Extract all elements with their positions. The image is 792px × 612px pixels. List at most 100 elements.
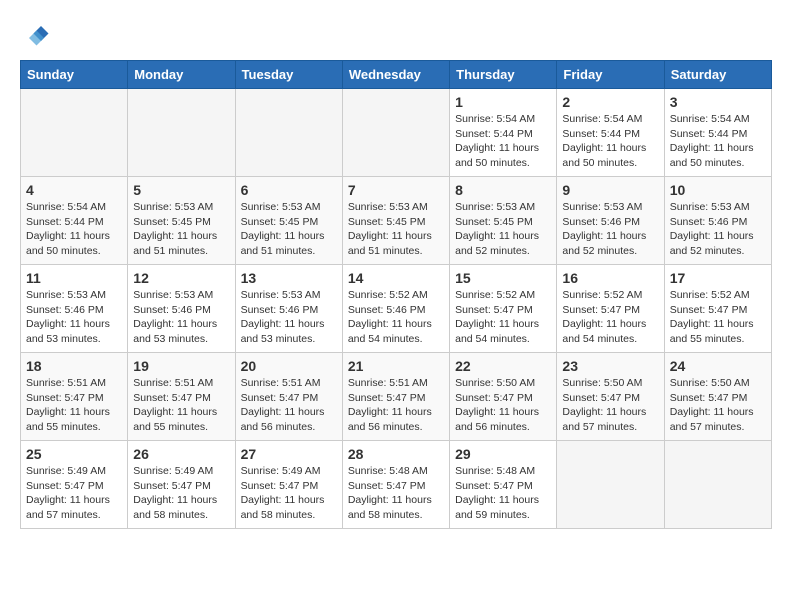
day-number: 26: [133, 446, 229, 462]
day-number: 13: [241, 270, 337, 286]
day-number: 29: [455, 446, 551, 462]
calendar-cell: 14 Sunrise: 5:52 AM Sunset: 5:46 PM Dayli…: [342, 265, 449, 353]
day-number: 11: [26, 270, 122, 286]
calendar-cell: 25 Sunrise: 5:49 AM Sunset: 5:47 PM Dayli…: [21, 441, 128, 529]
day-number: 27: [241, 446, 337, 462]
weekday-header-wednesday: Wednesday: [342, 61, 449, 89]
day-number: 12: [133, 270, 229, 286]
day-info: Sunrise: 5:54 AM Sunset: 5:44 PM Dayligh…: [670, 112, 766, 171]
calendar-cell: 18 Sunrise: 5:51 AM Sunset: 5:47 PM Dayli…: [21, 353, 128, 441]
day-number: 14: [348, 270, 444, 286]
day-info: Sunrise: 5:53 AM Sunset: 5:45 PM Dayligh…: [455, 200, 551, 259]
day-info: Sunrise: 5:50 AM Sunset: 5:47 PM Dayligh…: [455, 376, 551, 435]
day-number: 3: [670, 94, 766, 110]
weekday-header-tuesday: Tuesday: [235, 61, 342, 89]
day-info: Sunrise: 5:54 AM Sunset: 5:44 PM Dayligh…: [26, 200, 122, 259]
day-info: Sunrise: 5:51 AM Sunset: 5:47 PM Dayligh…: [348, 376, 444, 435]
day-info: Sunrise: 5:53 AM Sunset: 5:46 PM Dayligh…: [562, 200, 658, 259]
day-number: 17: [670, 270, 766, 286]
day-info: Sunrise: 5:53 AM Sunset: 5:45 PM Dayligh…: [348, 200, 444, 259]
day-info: Sunrise: 5:52 AM Sunset: 5:46 PM Dayligh…: [348, 288, 444, 347]
calendar-cell: [557, 441, 664, 529]
calendar-cell: 6 Sunrise: 5:53 AM Sunset: 5:45 PM Daylig…: [235, 177, 342, 265]
calendar-cell: [21, 89, 128, 177]
calendar-week-row: 25 Sunrise: 5:49 AM Sunset: 5:47 PM Dayli…: [21, 441, 772, 529]
logo: [20, 20, 54, 50]
day-number: 19: [133, 358, 229, 374]
calendar-cell: 7Sunrise: 5:53 AM Sunset: 5:45 PM Daylig…: [342, 177, 449, 265]
calendar-cell: 22 Sunrise: 5:50 AM Sunset: 5:47 PM Dayli…: [450, 353, 557, 441]
calendar-cell: [128, 89, 235, 177]
day-number: 10: [670, 182, 766, 198]
day-info: Sunrise: 5:52 AM Sunset: 5:47 PM Dayligh…: [455, 288, 551, 347]
day-number: 8: [455, 182, 551, 198]
calendar-cell: 23 Sunrise: 5:50 AM Sunset: 5:47 PM Dayli…: [557, 353, 664, 441]
calendar-cell: 8 Sunrise: 5:53 AM Sunset: 5:45 PM Daylig…: [450, 177, 557, 265]
day-info: Sunrise: 5:51 AM Sunset: 5:47 PM Dayligh…: [133, 376, 229, 435]
calendar-cell: 29 Sunrise: 5:48 AM Sunset: 5:47 PM Dayli…: [450, 441, 557, 529]
calendar-week-row: 18 Sunrise: 5:51 AM Sunset: 5:47 PM Dayli…: [21, 353, 772, 441]
day-info: Sunrise: 5:53 AM Sunset: 5:46 PM Dayligh…: [670, 200, 766, 259]
day-number: 1: [455, 94, 551, 110]
weekday-header-sunday: Sunday: [21, 61, 128, 89]
calendar-cell: 26 Sunrise: 5:49 AM Sunset: 5:47 PM Dayli…: [128, 441, 235, 529]
logo-icon: [20, 20, 50, 50]
calendar-cell: 28 Sunrise: 5:48 AM Sunset: 5:47 PM Dayli…: [342, 441, 449, 529]
day-info: Sunrise: 5:53 AM Sunset: 5:46 PM Dayligh…: [26, 288, 122, 347]
day-number: 18: [26, 358, 122, 374]
weekday-header-row: SundayMondayTuesdayWednesdayThursdayFrid…: [21, 61, 772, 89]
day-info: Sunrise: 5:49 AM Sunset: 5:47 PM Dayligh…: [241, 464, 337, 523]
day-number: 28: [348, 446, 444, 462]
calendar-cell: 5 Sunrise: 5:53 AM Sunset: 5:45 PM Daylig…: [128, 177, 235, 265]
calendar-week-row: 11 Sunrise: 5:53 AM Sunset: 5:46 PM Dayli…: [21, 265, 772, 353]
day-info: Sunrise: 5:53 AM Sunset: 5:46 PM Dayligh…: [241, 288, 337, 347]
day-number: 5: [133, 182, 229, 198]
calendar-week-row: 4Sunrise: 5:54 AM Sunset: 5:44 PM Daylig…: [21, 177, 772, 265]
day-number: 23: [562, 358, 658, 374]
calendar-cell: [342, 89, 449, 177]
calendar-cell: [664, 441, 771, 529]
calendar-cell: 17 Sunrise: 5:52 AM Sunset: 5:47 PM Dayli…: [664, 265, 771, 353]
day-number: 16: [562, 270, 658, 286]
day-number: 6: [241, 182, 337, 198]
day-number: 24: [670, 358, 766, 374]
day-info: Sunrise: 5:54 AM Sunset: 5:44 PM Dayligh…: [562, 112, 658, 171]
day-info: Sunrise: 5:51 AM Sunset: 5:47 PM Dayligh…: [241, 376, 337, 435]
day-number: 21: [348, 358, 444, 374]
day-info: Sunrise: 5:53 AM Sunset: 5:45 PM Dayligh…: [133, 200, 229, 259]
calendar-cell: 1 Sunrise: 5:54 AM Sunset: 5:44 PM Daylig…: [450, 89, 557, 177]
day-info: Sunrise: 5:53 AM Sunset: 5:45 PM Dayligh…: [241, 200, 337, 259]
calendar-cell: 16 Sunrise: 5:52 AM Sunset: 5:47 PM Dayli…: [557, 265, 664, 353]
calendar-cell: 4Sunrise: 5:54 AM Sunset: 5:44 PM Daylig…: [21, 177, 128, 265]
day-info: Sunrise: 5:49 AM Sunset: 5:47 PM Dayligh…: [26, 464, 122, 523]
day-info: Sunrise: 5:52 AM Sunset: 5:47 PM Dayligh…: [562, 288, 658, 347]
calendar-cell: 27 Sunrise: 5:49 AM Sunset: 5:47 PM Dayli…: [235, 441, 342, 529]
calendar-cell: 13 Sunrise: 5:53 AM Sunset: 5:46 PM Dayli…: [235, 265, 342, 353]
day-info: Sunrise: 5:51 AM Sunset: 5:47 PM Dayligh…: [26, 376, 122, 435]
day-info: Sunrise: 5:52 AM Sunset: 5:47 PM Dayligh…: [670, 288, 766, 347]
day-info: Sunrise: 5:48 AM Sunset: 5:47 PM Dayligh…: [455, 464, 551, 523]
calendar-cell: 10 Sunrise: 5:53 AM Sunset: 5:46 PM Dayli…: [664, 177, 771, 265]
calendar-cell: 24 Sunrise: 5:50 AM Sunset: 5:47 PM Dayli…: [664, 353, 771, 441]
calendar-cell: 19 Sunrise: 5:51 AM Sunset: 5:47 PM Dayli…: [128, 353, 235, 441]
day-info: Sunrise: 5:50 AM Sunset: 5:47 PM Dayligh…: [670, 376, 766, 435]
calendar-week-row: 1 Sunrise: 5:54 AM Sunset: 5:44 PM Daylig…: [21, 89, 772, 177]
calendar-cell: [235, 89, 342, 177]
day-info: Sunrise: 5:53 AM Sunset: 5:46 PM Dayligh…: [133, 288, 229, 347]
day-number: 15: [455, 270, 551, 286]
day-number: 25: [26, 446, 122, 462]
day-info: Sunrise: 5:54 AM Sunset: 5:44 PM Dayligh…: [455, 112, 551, 171]
calendar-cell: 12 Sunrise: 5:53 AM Sunset: 5:46 PM Dayli…: [128, 265, 235, 353]
day-info: Sunrise: 5:50 AM Sunset: 5:47 PM Dayligh…: [562, 376, 658, 435]
weekday-header-thursday: Thursday: [450, 61, 557, 89]
day-info: Sunrise: 5:48 AM Sunset: 5:47 PM Dayligh…: [348, 464, 444, 523]
weekday-header-monday: Monday: [128, 61, 235, 89]
calendar-cell: 9Sunrise: 5:53 AM Sunset: 5:46 PM Daylig…: [557, 177, 664, 265]
day-number: 2: [562, 94, 658, 110]
weekday-header-friday: Friday: [557, 61, 664, 89]
calendar-cell: 2 Sunrise: 5:54 AM Sunset: 5:44 PM Daylig…: [557, 89, 664, 177]
page-header: [20, 20, 772, 50]
day-info: Sunrise: 5:49 AM Sunset: 5:47 PM Dayligh…: [133, 464, 229, 523]
calendar-cell: 3 Sunrise: 5:54 AM Sunset: 5:44 PM Daylig…: [664, 89, 771, 177]
day-number: 22: [455, 358, 551, 374]
